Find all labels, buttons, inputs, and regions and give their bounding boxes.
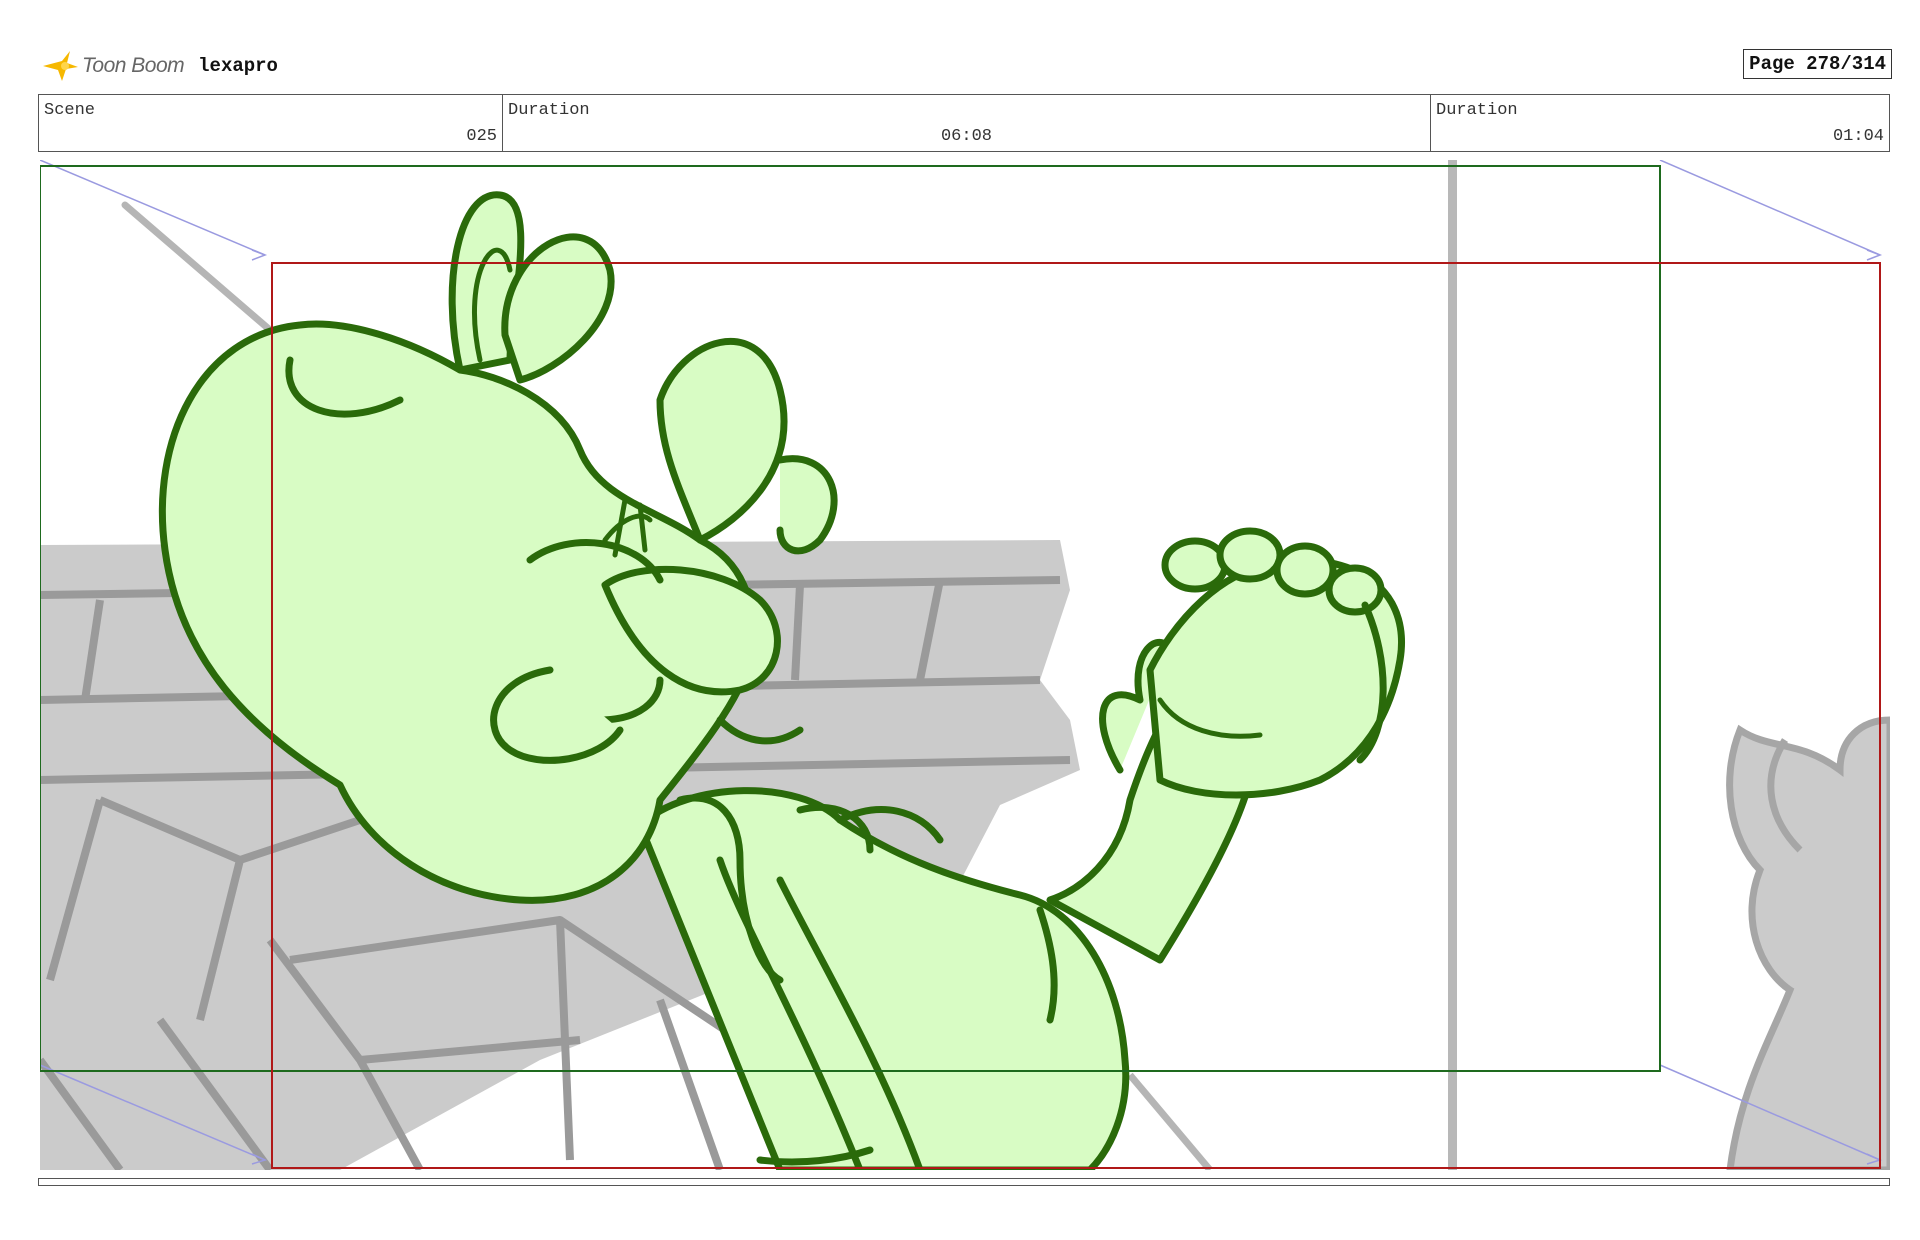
duration-value: 06:08 [940,127,992,146]
project-name: lexapro [198,55,278,77]
duration-cell: Duration 06:08 [503,95,1431,151]
panel-duration-cell: Duration 01:04 [1431,95,1889,151]
background-character [1726,716,1890,1170]
panel-duration-label: Duration [1436,101,1518,120]
scene-info-row: Scene 025 Duration 06:08 Duration 01:04 [38,94,1890,152]
toon-boom-star-icon [43,51,78,81]
page-header: Toon Boom lexapro Page 278/314 [40,48,1892,84]
scene-label: Scene [44,101,96,120]
scene-value: 025 [466,127,497,146]
duration-label: Duration [508,101,590,120]
panel-duration-value: 01:04 [1832,127,1884,146]
storyboard-panel [40,160,1890,1170]
scene-cell: Scene 025 [39,95,503,151]
logo-text: Toon Boom [82,54,185,77]
panel-notes-box [38,1178,1890,1186]
panel-drawing [40,160,1890,1170]
page-indicator: Page 278/314 [1743,49,1892,79]
toon-boom-logo: Toon Boom lexapro [40,48,278,84]
